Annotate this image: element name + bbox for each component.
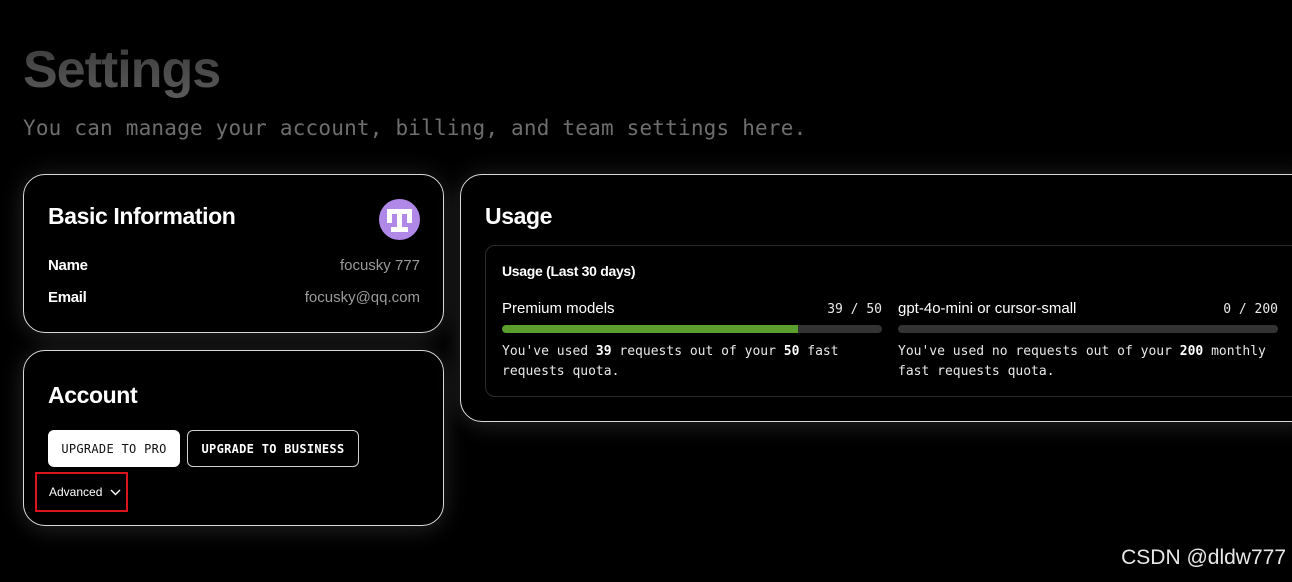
page-subtitle: You can manage your account, billing, an… [23,116,807,140]
usage-period-title: Usage (Last 30 days) [502,263,636,279]
meter-label: Premium models [502,300,615,317]
basic-information-title: Basic Information [48,203,236,229]
progress-fill [502,325,799,333]
meter-count: 39 / 50 [827,302,882,317]
account-card: Account UPGRADE TO PRO UPGRADE TO BUSINE… [23,350,444,526]
progress-track [898,325,1278,333]
advanced-label: Advanced [49,485,103,499]
account-title: Account [48,382,138,408]
upgrade-to-business-button[interactable]: UPGRADE TO BUSINESS [187,430,359,467]
avatar[interactable] [379,199,420,240]
upgrade-to-pro-button[interactable]: UPGRADE TO PRO [48,430,180,467]
meter-description: You've used 39 requests out of your 50 f… [502,344,839,379]
progress-track [502,325,882,333]
name-value: focusky 777 [339,257,420,274]
name-row: Name focusky 777 [48,257,420,277]
meter-count: 0 / 200 [1223,302,1278,317]
basic-information-card: Basic Information Name focusky 777 Email… [23,174,444,333]
usage-card: Usage Usage (Last 30 days) Premium model… [460,174,1292,422]
advanced-toggle[interactable]: Advanced [35,472,128,512]
page-title: Settings [23,41,221,99]
meter-description: You've used no requests out of your 200 … [898,344,1266,379]
email-row: Email focusky@qq.com [48,289,420,309]
meter-label: gpt-4o-mini or cursor-small [898,300,1077,317]
usage-panel: Usage (Last 30 days) Premium models 39 /… [485,245,1292,397]
watermark: CSDN @dldw777 [1121,546,1286,569]
email-label: Email [48,289,87,306]
usage-title: Usage [485,203,553,229]
chevron-down-icon [110,489,121,495]
email-value: focusky@qq.com [304,289,420,306]
name-label: Name [48,257,88,274]
